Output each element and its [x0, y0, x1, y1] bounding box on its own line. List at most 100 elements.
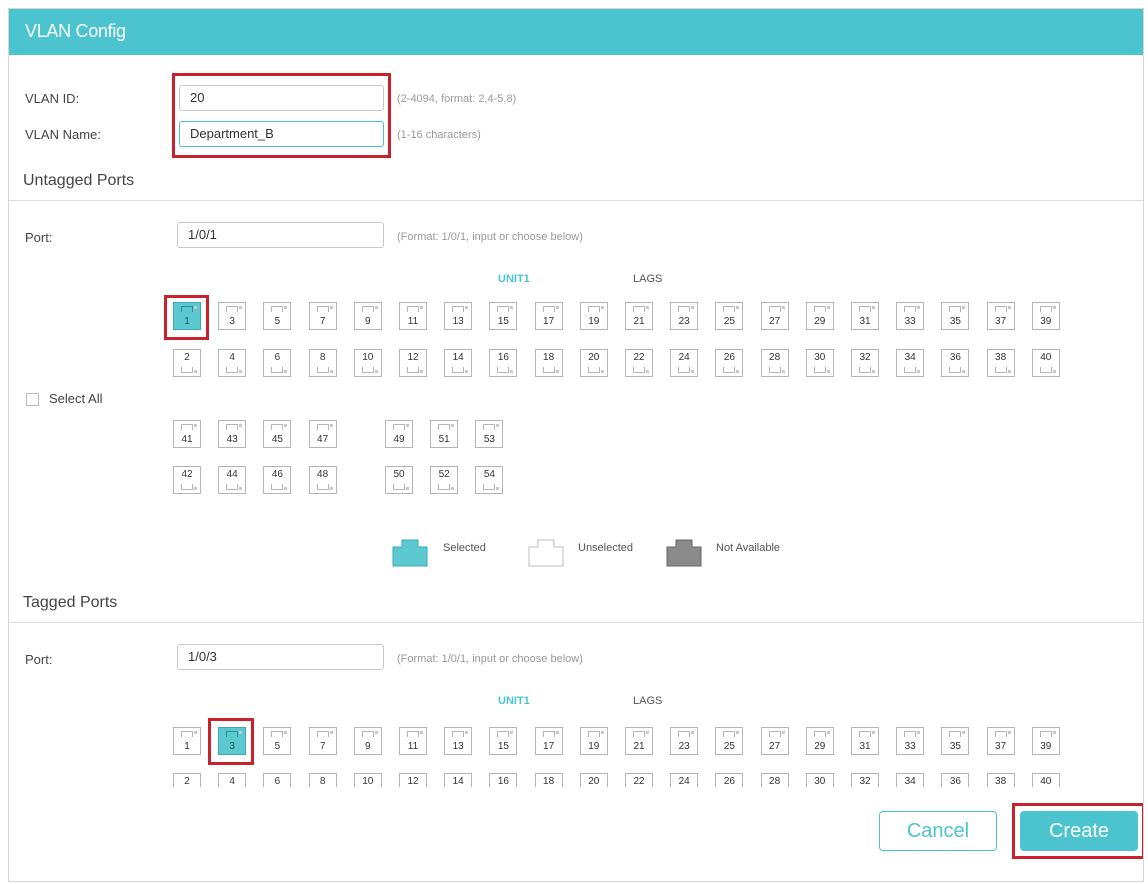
port-20[interactable]: 20 [579, 349, 608, 377]
port-37[interactable]: 37 [986, 727, 1015, 755]
port-48[interactable]: 48 [308, 466, 337, 494]
port-13[interactable]: 13 [444, 727, 473, 755]
port-10[interactable]: 10 [353, 349, 382, 377]
tagged-lags-tab[interactable]: LAGS [633, 695, 662, 707]
port-2[interactable]: 2 [173, 773, 201, 787]
port-54[interactable]: 54 [475, 466, 504, 494]
port-12[interactable]: 12 [399, 773, 427, 787]
port-8[interactable]: 8 [308, 773, 337, 787]
port-52[interactable]: 52 [430, 466, 459, 494]
port-23[interactable]: 23 [670, 727, 699, 755]
port-14[interactable]: 14 [444, 773, 473, 787]
port-16[interactable]: 16 [489, 773, 518, 787]
port-39[interactable]: 39 [1031, 302, 1060, 330]
port-1[interactable]: 1 [173, 302, 201, 330]
port-21[interactable]: 21 [625, 302, 653, 330]
port-27[interactable]: 27 [760, 302, 789, 330]
select-all-checkbox[interactable] [26, 393, 39, 406]
untagged-port-input[interactable]: 1/0/1 [177, 222, 384, 248]
port-18[interactable]: 18 [534, 349, 563, 377]
port-16[interactable]: 16 [489, 349, 518, 377]
port-35[interactable]: 35 [941, 727, 970, 755]
tagged-unit1-tab[interactable]: UNIT1 [498, 695, 530, 707]
port-7[interactable]: 7 [308, 727, 337, 755]
port-44[interactable]: 44 [218, 466, 247, 494]
port-36[interactable]: 36 [941, 349, 970, 377]
port-5[interactable]: 5 [263, 302, 292, 330]
cancel-button[interactable]: Cancel [879, 811, 997, 851]
port-49[interactable]: 49 [385, 420, 413, 448]
port-7[interactable]: 7 [308, 302, 337, 330]
port-30[interactable]: 30 [805, 349, 834, 377]
port-21[interactable]: 21 [625, 727, 653, 755]
port-26[interactable]: 26 [715, 349, 744, 377]
untagged-unit1-tab[interactable]: UNIT1 [498, 273, 530, 285]
port-33[interactable]: 33 [896, 302, 925, 330]
port-45[interactable]: 45 [263, 420, 292, 448]
port-1[interactable]: 1 [173, 727, 201, 755]
port-8[interactable]: 8 [308, 349, 337, 377]
port-15[interactable]: 15 [489, 727, 518, 755]
port-19[interactable]: 19 [579, 302, 608, 330]
port-14[interactable]: 14 [444, 349, 473, 377]
port-46[interactable]: 46 [263, 466, 292, 494]
port-42[interactable]: 42 [173, 466, 201, 494]
port-4[interactable]: 4 [218, 349, 247, 377]
port-10[interactable]: 10 [353, 773, 382, 787]
port-24[interactable]: 24 [670, 349, 699, 377]
port-47[interactable]: 47 [308, 420, 337, 448]
port-6[interactable]: 6 [263, 349, 292, 377]
port-32[interactable]: 32 [851, 349, 879, 377]
port-31[interactable]: 31 [851, 302, 879, 330]
port-40[interactable]: 40 [1031, 349, 1060, 377]
port-43[interactable]: 43 [218, 420, 247, 448]
port-19[interactable]: 19 [579, 727, 608, 755]
port-37[interactable]: 37 [986, 302, 1015, 330]
port-29[interactable]: 29 [805, 302, 834, 330]
port-12[interactable]: 12 [399, 349, 427, 377]
port-25[interactable]: 25 [715, 302, 744, 330]
port-11[interactable]: 11 [399, 302, 427, 330]
port-28[interactable]: 28 [760, 349, 789, 377]
port-38[interactable]: 38 [986, 773, 1015, 787]
port-23[interactable]: 23 [670, 302, 699, 330]
port-4[interactable]: 4 [218, 773, 247, 787]
port-13[interactable]: 13 [444, 302, 473, 330]
port-50[interactable]: 50 [385, 466, 413, 494]
port-18[interactable]: 18 [534, 773, 563, 787]
port-5[interactable]: 5 [263, 727, 292, 755]
port-2[interactable]: 2 [173, 349, 201, 377]
vlan-id-input[interactable]: 20 [179, 85, 384, 111]
port-34[interactable]: 34 [896, 773, 925, 787]
port-9[interactable]: 9 [353, 727, 382, 755]
port-51[interactable]: 51 [430, 420, 459, 448]
port-32[interactable]: 32 [851, 773, 879, 787]
port-15[interactable]: 15 [489, 302, 518, 330]
port-22[interactable]: 22 [625, 349, 653, 377]
port-6[interactable]: 6 [263, 773, 292, 787]
port-39[interactable]: 39 [1031, 727, 1060, 755]
create-button[interactable]: Create [1020, 811, 1138, 851]
port-3[interactable]: 3 [218, 727, 247, 755]
port-11[interactable]: 11 [399, 727, 427, 755]
port-3[interactable]: 3 [218, 302, 247, 330]
port-25[interactable]: 25 [715, 727, 744, 755]
port-31[interactable]: 31 [851, 727, 879, 755]
vlan-name-input[interactable]: Department_B [179, 121, 384, 147]
port-9[interactable]: 9 [353, 302, 382, 330]
port-40[interactable]: 40 [1031, 773, 1060, 787]
port-41[interactable]: 41 [173, 420, 201, 448]
tagged-port-input[interactable]: 1/0/3 [177, 644, 384, 670]
untagged-lags-tab[interactable]: LAGS [633, 273, 662, 285]
port-26[interactable]: 26 [715, 773, 744, 787]
port-36[interactable]: 36 [941, 773, 970, 787]
port-35[interactable]: 35 [941, 302, 970, 330]
port-33[interactable]: 33 [896, 727, 925, 755]
port-53[interactable]: 53 [475, 420, 504, 448]
port-24[interactable]: 24 [670, 773, 699, 787]
port-29[interactable]: 29 [805, 727, 834, 755]
port-22[interactable]: 22 [625, 773, 653, 787]
port-27[interactable]: 27 [760, 727, 789, 755]
port-20[interactable]: 20 [579, 773, 608, 787]
port-30[interactable]: 30 [805, 773, 834, 787]
